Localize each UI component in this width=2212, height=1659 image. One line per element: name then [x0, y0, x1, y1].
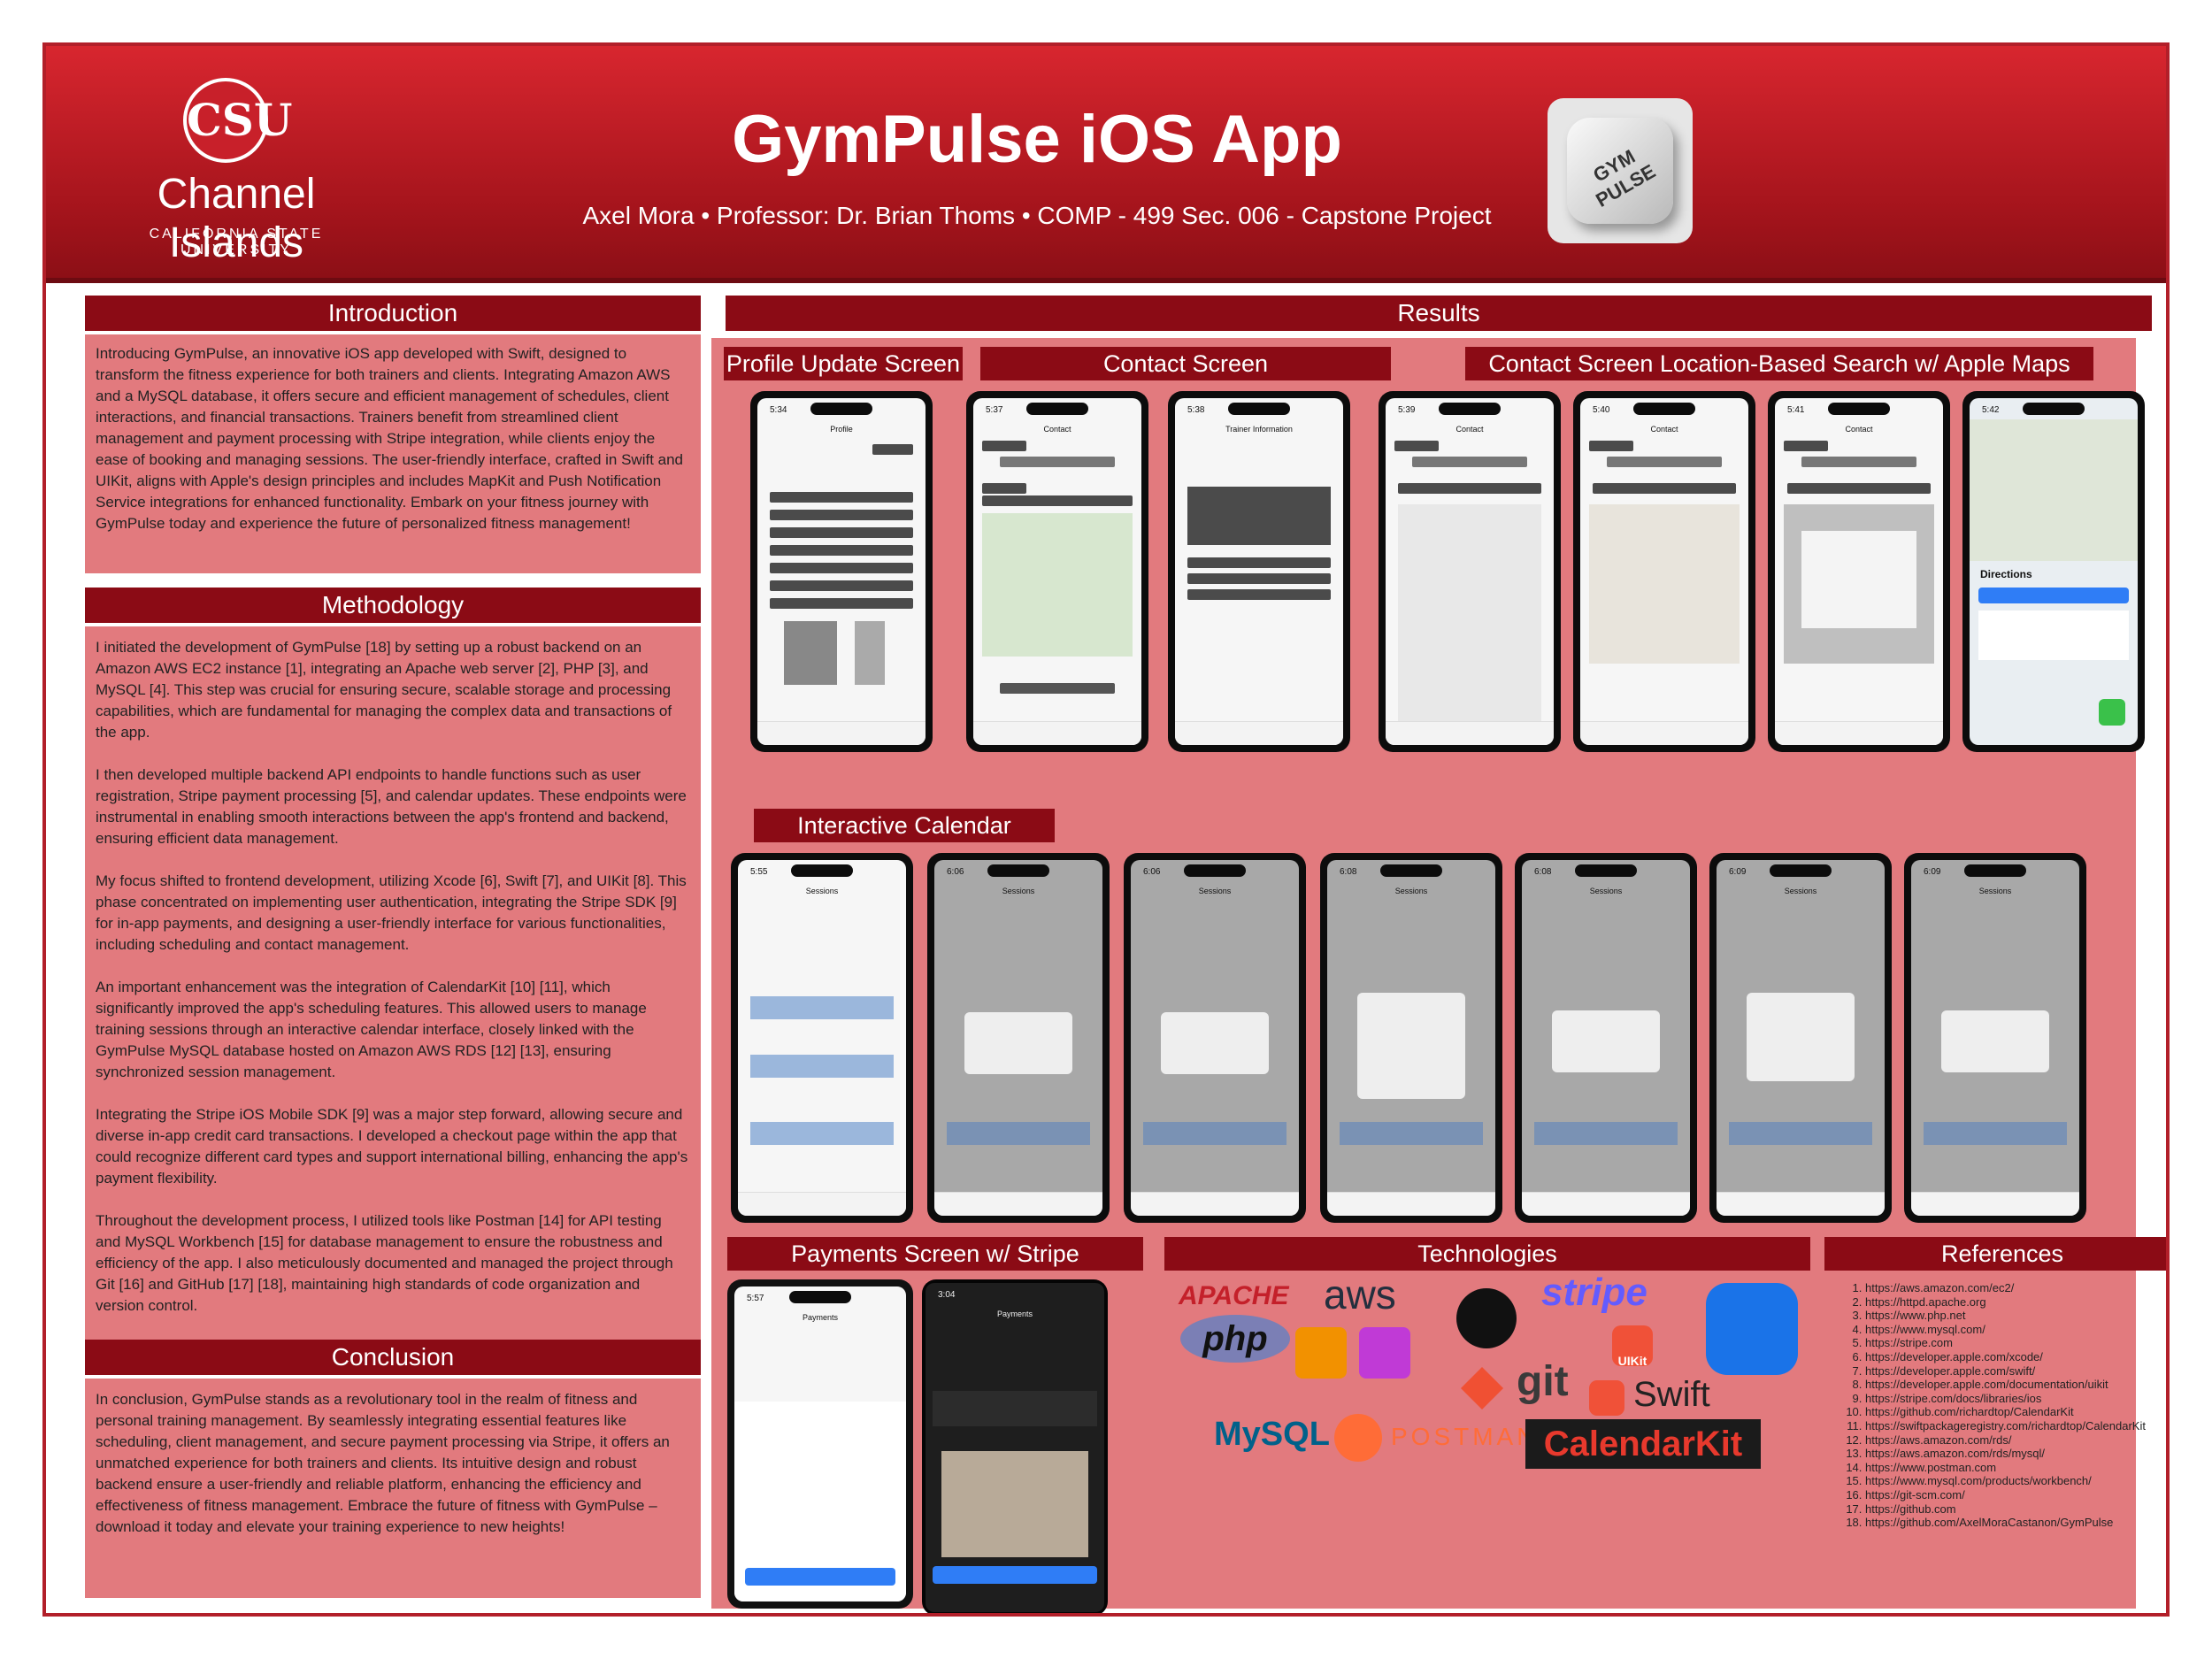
header-banner: CSU Channel Islands CALIFORNIA STATE UNI…: [46, 46, 2166, 283]
reference-item: https://aws.amazon.com/rds/mysql/: [1865, 1447, 2146, 1461]
calendar-screenshot-7: 6:09 Sessions: [1904, 853, 2086, 1223]
map-pin-screenshot: 5:40 Contact: [1573, 391, 1755, 752]
methodology-paragraph: Integrating the Stripe iOS Mobile SDK [9…: [96, 1106, 688, 1187]
trainer-info-screenshot: 5:38 Trainer Information: [1168, 391, 1350, 752]
postman-icon: [1334, 1414, 1382, 1462]
reference-item: https://stripe.com/docs/libraries/ios: [1865, 1392, 2146, 1406]
reference-item: https://www.php.net: [1865, 1309, 2146, 1323]
reference-item: https://www.mysql.com/products/workbench…: [1865, 1474, 2146, 1488]
methodology-paragraph: My focus shifted to frontend development…: [96, 872, 687, 953]
contact-heading: Contact Screen: [980, 347, 1391, 380]
postman-logo: POSTMAN: [1391, 1423, 1539, 1450]
poster: CSU Channel Islands CALIFORNIA STATE UNI…: [42, 42, 2170, 1617]
payments-heading: Payments Screen w/ Stripe: [727, 1237, 1143, 1271]
introduction-panel: Introducing GymPulse, an innovative iOS …: [85, 334, 701, 573]
poster-title: GymPulse iOS App: [732, 102, 1342, 177]
reference-item: https://httpd.apache.org: [1865, 1295, 2146, 1310]
reference-item: https://www.mysql.com/: [1865, 1323, 2146, 1337]
reference-item: https://github.com: [1865, 1502, 2146, 1517]
methodology-paragraph: Throughout the development process, I ut…: [96, 1212, 673, 1314]
calendar-heading: Interactive Calendar: [754, 809, 1055, 842]
location-info-screenshot: 5:41 Contact: [1768, 391, 1950, 752]
reference-item: https://git-scm.com/: [1865, 1488, 2146, 1502]
methodology-paragraph: I then developed multiple backend API en…: [96, 766, 687, 847]
calendar-screenshot-2: 6:06 Sessions: [927, 853, 1110, 1223]
methodology-paragraph: An important enhancement was the integra…: [96, 979, 647, 1080]
uikit-label: UIKit: [1617, 1354, 1647, 1368]
poster-subtitle: Axel Mora • Professor: Dr. Brian Thoms •…: [582, 202, 1492, 229]
calendar-screenshot-4: 6:08 Sessions: [1320, 853, 1502, 1223]
conclusion-heading: Conclusion: [85, 1340, 701, 1375]
reference-item: https://github.com/AxelMoraCastanon/GymP…: [1865, 1516, 2146, 1530]
swift-icon: [1589, 1380, 1624, 1416]
aws-logo: aws: [1324, 1271, 1396, 1317]
payments-light-screenshot: 5:57 Payments: [727, 1279, 913, 1609]
profile-heading: Profile Update Screen: [724, 347, 963, 380]
results-heading: Results: [726, 296, 2152, 331]
reference-item: https://developer.apple.com/xcode/: [1865, 1350, 2146, 1364]
xcode-icon: [1706, 1283, 1798, 1375]
reference-item: https://aws.amazon.com/rds/: [1865, 1433, 2146, 1448]
references-heading: References: [1824, 1237, 2166, 1271]
git-logo: git: [1517, 1358, 1569, 1405]
apache-logo: APACHE: [1179, 1281, 1289, 1310]
reference-item: https://aws.amazon.com/ec2/: [1865, 1281, 2146, 1295]
location-heading: Contact Screen Location-Based Search w/ …: [1465, 347, 2093, 380]
profile-screenshot: 5:34 Profile: [750, 391, 933, 752]
technologies-heading: Technologies: [1164, 1237, 1810, 1271]
conclusion-body: In conclusion, GymPulse stands as a revo…: [96, 1391, 670, 1535]
methodology-heading: Methodology: [85, 588, 701, 623]
calendarkit-logo: CalendarKit: [1525, 1419, 1761, 1469]
references-list: https://aws.amazon.com/ec2/ https://http…: [1833, 1281, 2146, 1530]
reference-item: https://github.com/richardtop/CalendarKi…: [1865, 1405, 2146, 1419]
stripe-logo: stripe: [1541, 1271, 1647, 1314]
app-icon: GYM PULSE: [1548, 98, 1693, 243]
reference-item: https://stripe.com: [1865, 1336, 2146, 1350]
reference-item: https://developer.apple.com/documentatio…: [1865, 1378, 2146, 1392]
mysql-logo: MySQL: [1214, 1416, 1330, 1453]
methodology-paragraph: I initiated the development of GymPulse …: [96, 639, 672, 741]
dumbbell-cube-icon: GYM PULSE: [1567, 118, 1673, 224]
methodology-panel: I initiated the development of GymPulse …: [85, 626, 701, 1373]
reference-item: https://www.postman.com: [1865, 1461, 2146, 1475]
introduction-heading: Introduction: [85, 296, 701, 331]
github-icon: [1456, 1288, 1517, 1348]
introduction-body: Introducing GymPulse, an innovative iOS …: [96, 345, 684, 532]
reference-item: https://developer.apple.com/swift/: [1865, 1364, 2146, 1379]
logo-subtitle: CALIFORNIA STATE UNIVERSITY: [149, 227, 324, 257]
apple-maps-directions-screenshot: 5:42 Directions: [1962, 391, 2145, 752]
reference-item: https://swiftpackageregistry.com/richard…: [1865, 1419, 2146, 1433]
calendar-screenshot-3: 6:06 Sessions: [1124, 853, 1306, 1223]
contact-screenshot: 5:37 Contact: [966, 391, 1148, 752]
university-logo: CSU Channel Islands CALIFORNIA STATE UNI…: [90, 78, 382, 266]
calendar-screenshot-5: 6:08 Sessions: [1515, 853, 1697, 1223]
payments-dark-screenshot: 3:04 Payments: [922, 1279, 1108, 1613]
calendar-screenshot-1: 5:55 Sessions: [731, 853, 913, 1223]
csu-logo-icon: CSU: [183, 78, 293, 163]
methodology-body: I initiated the development of GymPulse …: [96, 637, 688, 1338]
calendar-screenshot-6: 6:09 Sessions: [1709, 853, 1892, 1223]
php-logo: php: [1180, 1315, 1290, 1363]
aws-ec2-icon: [1295, 1327, 1347, 1379]
swift-logo: Swift: [1633, 1375, 1710, 1414]
aws-rds-icon: [1359, 1327, 1410, 1379]
location-search-screenshot: 5:39 Contact: [1379, 391, 1561, 752]
conclusion-panel: In conclusion, GymPulse stands as a revo…: [85, 1379, 701, 1598]
